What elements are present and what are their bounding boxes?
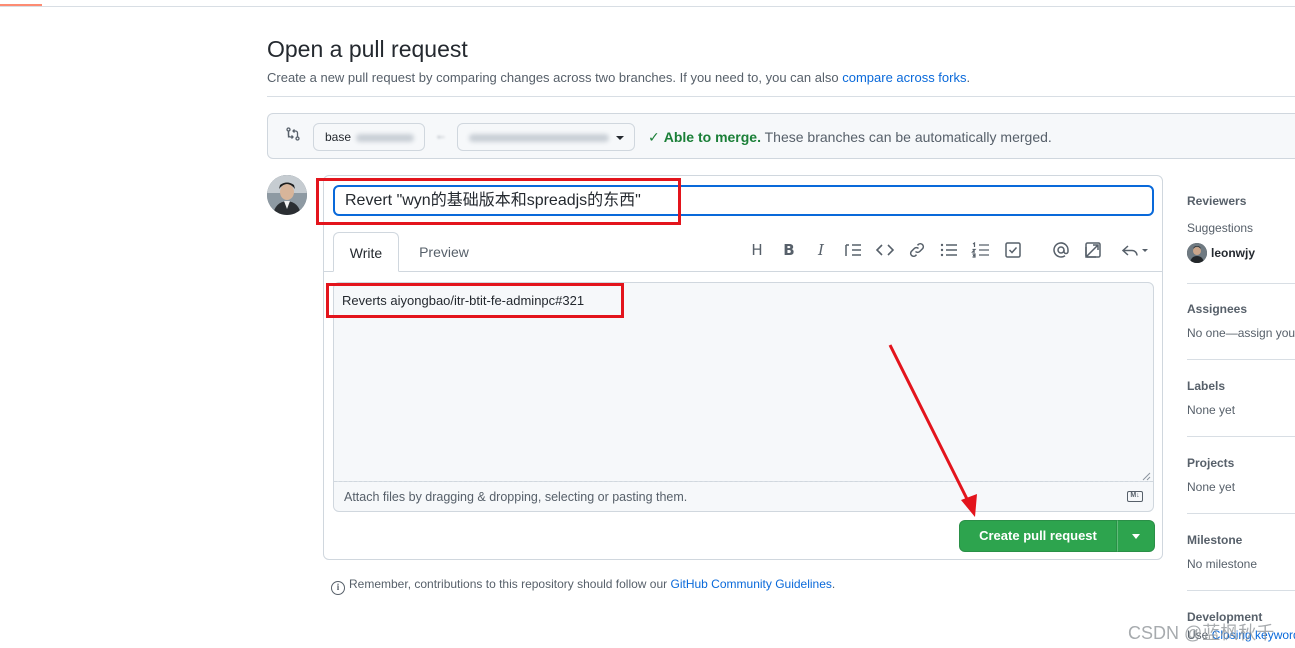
tab-write[interactable]: Write bbox=[333, 232, 399, 272]
ordered-list-icon[interactable] bbox=[969, 239, 993, 261]
assignees-section[interactable]: Assignees No one—assign you bbox=[1187, 302, 1295, 340]
subtitle-text: Create a new pull request by comparing c… bbox=[267, 70, 843, 85]
divider bbox=[1187, 283, 1295, 284]
attach-divider bbox=[334, 481, 1153, 482]
merge-ok-text: Able to merge. bbox=[663, 129, 761, 145]
chevron-down-icon bbox=[1132, 534, 1140, 539]
pull-request-form: Revert "wyn的基础版本和spreadjs的东西" Write Prev… bbox=[323, 175, 1163, 560]
labels-value: None yet bbox=[1187, 403, 1236, 417]
divider bbox=[1187, 590, 1295, 591]
markdown-icon[interactable]: M↓ bbox=[1127, 491, 1143, 502]
reviewers-section[interactable]: Reviewers Suggestions leonwjy bbox=[1187, 194, 1295, 263]
reviewer-avatar bbox=[1187, 243, 1207, 263]
merge-detail-text: These branches can be automatically merg… bbox=[760, 129, 1052, 145]
bold-icon[interactable]: B bbox=[777, 239, 801, 261]
editor-tabs: Write Preview bbox=[324, 232, 1162, 272]
milestone-section[interactable]: Milestone No milestone bbox=[1187, 533, 1295, 571]
compare-across-forks-link[interactable]: compare across forks bbox=[842, 70, 966, 85]
suggested-reviewer[interactable]: leonwjy bbox=[1187, 243, 1295, 263]
link-icon[interactable] bbox=[905, 239, 929, 261]
chevron-down-icon bbox=[616, 136, 624, 140]
reviewers-heading[interactable]: Reviewers bbox=[1187, 194, 1295, 208]
user-avatar[interactable] bbox=[267, 175, 307, 215]
watermark: CSDN @蓝枫秋千 bbox=[1128, 623, 1275, 643]
info-icon: i bbox=[331, 581, 345, 595]
base-label: base bbox=[325, 130, 352, 144]
compare-branch-select[interactable] bbox=[457, 123, 635, 151]
redacted-branch-name bbox=[356, 133, 415, 142]
heading-icon[interactable]: H bbox=[745, 239, 769, 261]
mention-icon[interactable] bbox=[1049, 239, 1073, 261]
top-nav-strip bbox=[0, 0, 1295, 7]
attach-files-hint[interactable]: Attach files by dragging & dropping, sel… bbox=[344, 490, 687, 504]
code-icon[interactable] bbox=[873, 239, 897, 261]
quote-icon[interactable] bbox=[841, 239, 865, 261]
labels-heading[interactable]: Labels bbox=[1187, 379, 1295, 393]
projects-value: None yet bbox=[1187, 480, 1236, 494]
labels-section[interactable]: Labels None yet bbox=[1187, 379, 1295, 417]
redacted-branch-name bbox=[469, 133, 609, 142]
annotation-highlight-title bbox=[316, 178, 681, 225]
check-icon: ✓ bbox=[648, 129, 660, 145]
suggestions-label: Suggestions bbox=[1187, 221, 1254, 235]
compare-arrow-icon: ← bbox=[435, 128, 447, 142]
community-guidelines-link[interactable]: GitHub Community Guidelines bbox=[671, 577, 832, 591]
projects-section[interactable]: Projects None yet bbox=[1187, 456, 1295, 494]
git-compare-icon bbox=[286, 127, 300, 141]
italic-icon[interactable]: I bbox=[809, 239, 833, 261]
cross-reference-icon[interactable] bbox=[1081, 239, 1105, 261]
divider bbox=[1187, 359, 1295, 360]
tab-preview[interactable]: Preview bbox=[409, 232, 479, 272]
subtitle-end: . bbox=[966, 70, 971, 85]
contribution-text: Remember, contributions to this reposito… bbox=[349, 577, 671, 591]
task-list-icon[interactable] bbox=[1001, 239, 1025, 261]
contribution-end: . bbox=[831, 577, 836, 591]
assignees-heading[interactable]: Assignees bbox=[1187, 302, 1295, 316]
page-subtitle: Create a new pull request by comparing c… bbox=[267, 70, 970, 85]
reviewer-name: leonwjy bbox=[1211, 246, 1256, 260]
merge-status: ✓ Able to merge. These branches can be au… bbox=[648, 129, 1052, 146]
divider bbox=[267, 96, 1295, 97]
unordered-list-icon[interactable] bbox=[937, 239, 961, 261]
create-pull-request-button[interactable]: Create pull request bbox=[959, 520, 1117, 552]
divider bbox=[1187, 436, 1295, 437]
create-options-dropdown[interactable] bbox=[1117, 520, 1155, 552]
page-title: Open a pull request bbox=[267, 36, 468, 62]
divider bbox=[1187, 513, 1295, 514]
contribution-note: i Remember, contributions to this reposit… bbox=[331, 577, 835, 595]
avatar-image bbox=[267, 175, 307, 215]
annotation-highlight-body bbox=[326, 283, 624, 318]
resize-handle-icon[interactable] bbox=[1142, 472, 1151, 481]
milestone-heading[interactable]: Milestone bbox=[1187, 533, 1295, 547]
milestone-value: No milestone bbox=[1187, 557, 1258, 571]
branch-range-editor: base ← ✓ Able to merge. These branches ca… bbox=[267, 113, 1295, 159]
projects-heading[interactable]: Projects bbox=[1187, 456, 1295, 470]
assignees-value[interactable]: No one—assign you bbox=[1187, 326, 1295, 340]
active-tab-underline bbox=[0, 4, 42, 6]
reply-icon[interactable] bbox=[1119, 239, 1151, 261]
base-branch-select[interactable]: base bbox=[313, 123, 425, 151]
